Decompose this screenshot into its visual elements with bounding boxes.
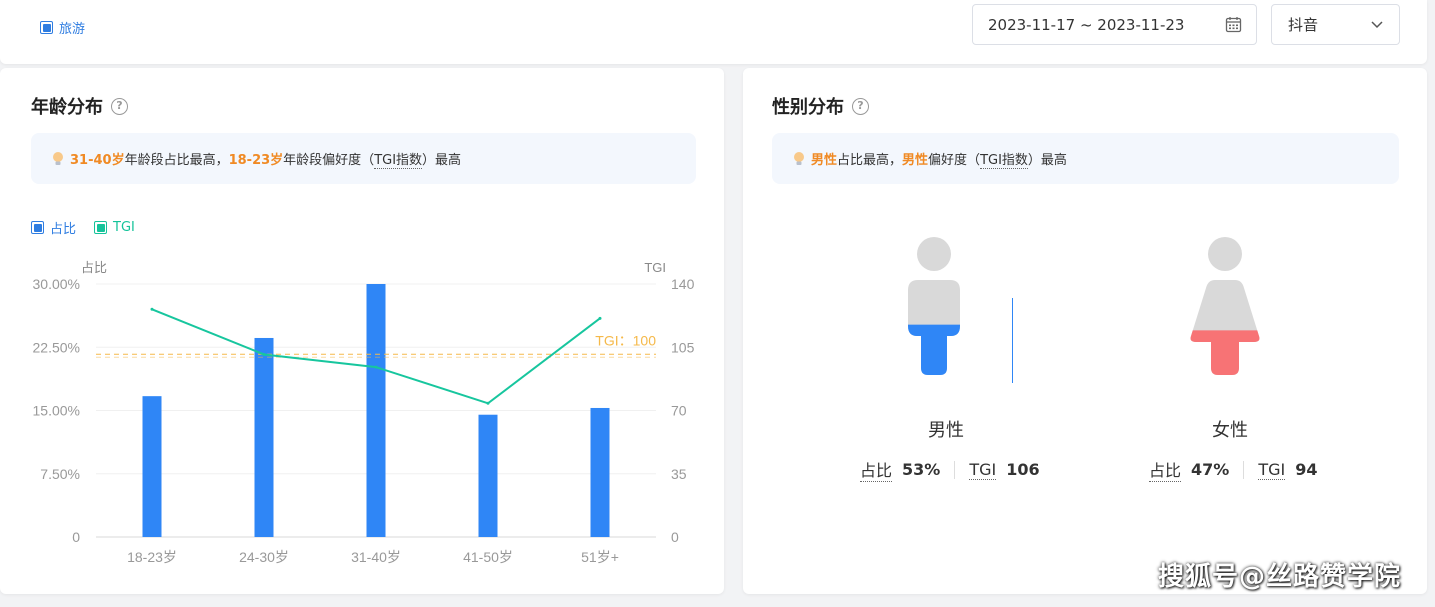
female-tgi-label[interactable]: TGI (1258, 460, 1286, 480)
right-tick-label: 0 (671, 529, 679, 545)
date-range-value: 2023-11-17 ~ 2023-11-23 (988, 15, 1185, 34)
gender-card-title: 性别分布 ? (772, 93, 869, 119)
right-tick-label: 70 (671, 403, 687, 419)
share-bar (254, 337, 274, 537)
left-axis-title: 占比 (81, 260, 107, 275)
right-tick-label: 105 (671, 339, 695, 355)
male-tgi-value: 106 (1006, 460, 1040, 479)
right-axis-title: TGI (644, 260, 666, 275)
stat-separator (1243, 460, 1245, 479)
female-share-label[interactable]: 占比 (1149, 457, 1182, 482)
filter-bar: 旅游 2023-11-17 ~ 2023-11-23 抖音 (0, 0, 1427, 64)
tgi-point (374, 365, 378, 369)
gender-divider (1012, 298, 1013, 383)
calendar-icon (1225, 17, 1242, 33)
watermark: 搜狐号@丝路赞学院 (1157, 562, 1401, 592)
age-chart: 占比 TGI TGI：100 0 0 7.50% 35 15.00% 70 22.50% 10… (33, 260, 695, 565)
female-stats: 占比 47% TGI 94 (1149, 457, 1317, 482)
platform-select[interactable]: 抖音 (1271, 4, 1400, 45)
tgi-baseline-label: TGI：100 (595, 332, 656, 348)
category-label: 旅游 (59, 22, 86, 37)
chevron-down-icon (1371, 21, 1383, 29)
share-bar (366, 284, 386, 537)
male-share-label[interactable]: 占比 (860, 457, 893, 482)
male-share-value: 53% (902, 460, 941, 479)
share-bar (142, 396, 162, 537)
male-label: 男性 (928, 420, 964, 441)
category-checkbox[interactable]: 旅游 (40, 18, 85, 37)
female-figure-icon (1190, 237, 1260, 375)
female-label: 女性 (1212, 420, 1248, 441)
tgi-point (150, 307, 154, 311)
left-tick-label: 22.50% (33, 339, 80, 355)
help-circle-icon[interactable]: ? (852, 97, 869, 115)
male-tgi-label[interactable]: TGI (969, 460, 997, 480)
tgi-point (262, 352, 266, 356)
insight-g-text-2: 偏好度（ (928, 153, 981, 168)
left-tick-label: 30.00% (33, 276, 80, 292)
left-tick-label: 7.50% (40, 466, 80, 482)
category-tick-label: 31-40岁 (351, 549, 401, 565)
insight-g-tgi-term[interactable]: TGI指数 (980, 149, 1028, 169)
checkbox-icon (40, 21, 53, 34)
category-tick-label: 41-50岁 (463, 549, 513, 565)
insight-gender-1: 男性 (811, 153, 838, 168)
male-stats: 占比 53% TGI 106 (860, 457, 1040, 482)
female-tgi-value: 94 (1295, 460, 1318, 479)
date-range-picker[interactable]: 2023-11-17 ~ 2023-11-23 (972, 4, 1257, 45)
share-bar (478, 414, 498, 537)
category-tick-label: 18-23岁 (127, 549, 177, 565)
category-tick-label: 51岁+ (581, 549, 619, 565)
gender-title-text: 性别分布 (772, 97, 844, 118)
platform-value: 抖音 (1288, 16, 1319, 34)
insight-gender-2: 男性 (902, 153, 929, 168)
category-tick-label: 24-30岁 (239, 549, 289, 565)
left-tick-label: 15.00% (33, 403, 80, 419)
tgi-point (486, 401, 490, 405)
right-tick-label: 140 (671, 276, 695, 292)
insight-g-text-3: ）最高 (1027, 153, 1067, 168)
lightbulb-icon (794, 151, 804, 165)
gender-distribution-card: 性别分布 ? 男性 占比最高， 男性 偏好度（ TGI指数 ）最高 男性 占比 … (743, 68, 1427, 594)
share-bar (590, 407, 610, 537)
tgi-point (598, 316, 602, 320)
age-distribution-card: 年龄分布 ? 31-40岁 年龄段占比最高， 18-23岁 年龄段偏好度（ TG… (0, 68, 724, 594)
male-figure-icon (908, 237, 960, 375)
stat-separator (954, 460, 956, 479)
insight-g-text-1: 占比最高， (837, 153, 903, 168)
female-share-value: 47% (1191, 460, 1230, 479)
left-tick-label: 0 (72, 529, 80, 545)
right-tick-label: 35 (671, 466, 687, 482)
gender-insight-banner: 男性 占比最高， 男性 偏好度（ TGI指数 ）最高 (772, 133, 1399, 184)
